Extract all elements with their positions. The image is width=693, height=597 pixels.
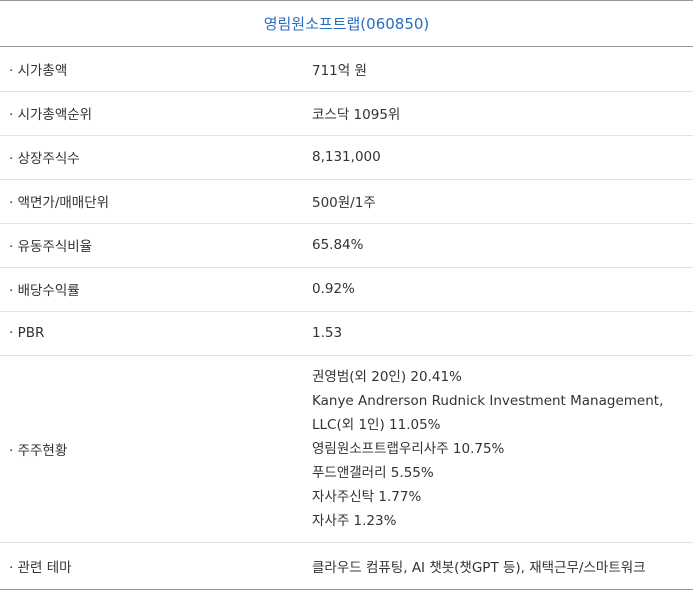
shareholder-line: 권영범(외 20인) 20.41% <box>312 368 462 385</box>
shareholder-line: 자사주 1.23% <box>312 512 397 529</box>
value-dividend-yield: 0.92% <box>312 267 693 312</box>
value-market-cap-rank: 코스닥 1095위 <box>312 91 693 136</box>
label-pbr: · PBR <box>0 311 312 356</box>
company-info-panel: 영림원소프트랩(060850) · 시가총액 711억 원 · 시가총액순위 코… <box>0 0 693 597</box>
shareholder-line: LLC(외 1인) 11.05% <box>312 416 441 433</box>
shareholder-line: 영림원소프트랩우리사주 10.75% <box>312 440 505 457</box>
label-shareholders: · 주주현황 <box>0 355 312 543</box>
company-info-table: · 시가총액 711억 원 · 시가총액순위 코스닥 1095위 · 상장주식수… <box>0 47 693 590</box>
shareholder-line: 자사주신탁 1.77% <box>312 488 422 505</box>
label-related-theme: · 관련 테마 <box>0 542 312 590</box>
row-market-cap-rank: · 시가총액순위 코스닥 1095위 <box>0 91 693 136</box>
value-listed-shares: 8,131,000 <box>312 135 693 180</box>
row-listed-shares: · 상장주식수 8,131,000 <box>0 135 693 180</box>
row-par-value: · 액면가/매매단위 500원/1주 <box>0 179 693 224</box>
row-dividend-yield: · 배당수익률 0.92% <box>0 267 693 312</box>
label-float-ratio: · 유동주식비율 <box>0 223 312 268</box>
row-shareholders: · 주주현황 권영범(외 20인) 20.41% Kanye Andrerson… <box>0 355 693 543</box>
value-pbr: 1.53 <box>312 311 693 356</box>
row-float-ratio: · 유동주식비율 65.84% <box>0 223 693 268</box>
label-market-cap: · 시가총액 <box>0 47 312 92</box>
shareholder-line: 푸드앤갤러리 5.55% <box>312 464 434 481</box>
row-market-cap: · 시가총액 711억 원 <box>0 47 693 92</box>
row-related-theme: · 관련 테마 클라우드 컴퓨팅, AI 챗봇(챗GPT 등), 재택근무/스마… <box>0 542 693 590</box>
label-listed-shares: · 상장주식수 <box>0 135 312 180</box>
row-pbr: · PBR 1.53 <box>0 311 693 356</box>
shareholder-line: Kanye Andrerson Rudnick Investment Manag… <box>312 392 664 409</box>
value-market-cap: 711억 원 <box>312 47 693 92</box>
label-dividend-yield: · 배당수익률 <box>0 267 312 312</box>
label-market-cap-rank: · 시가총액순위 <box>0 91 312 136</box>
label-par-value: · 액면가/매매단위 <box>0 179 312 224</box>
value-related-theme: 클라우드 컴퓨팅, AI 챗봇(챗GPT 등), 재택근무/스마트워크 <box>312 542 693 590</box>
company-title: 영림원소프트랩(060850) <box>0 0 693 47</box>
value-shareholders: 권영범(외 20인) 20.41% Kanye Andrerson Rudnic… <box>312 355 693 543</box>
value-par-value: 500원/1주 <box>312 179 693 224</box>
value-float-ratio: 65.84% <box>312 223 693 268</box>
